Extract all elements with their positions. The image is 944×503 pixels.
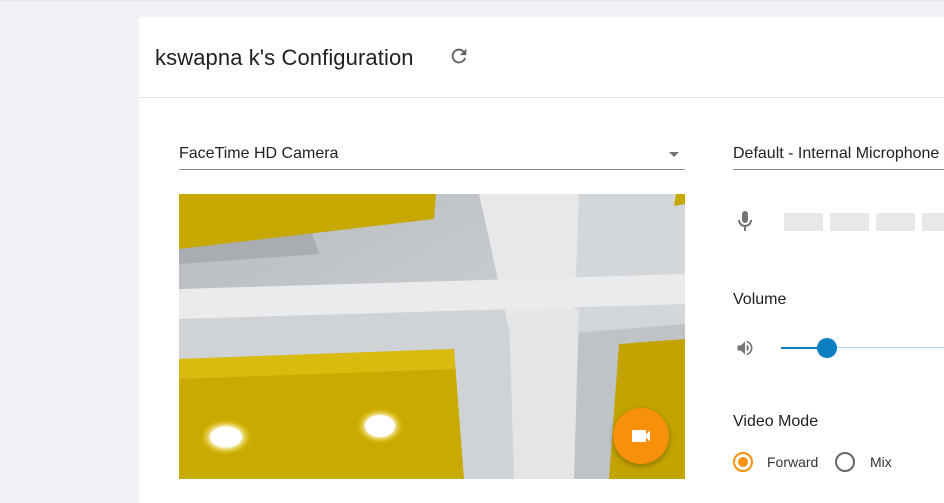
radio-forward[interactable]: [733, 452, 753, 472]
camera-preview: [179, 194, 685, 479]
volume-slider-thumb[interactable]: [817, 338, 837, 358]
mic-level-segment: [830, 213, 869, 231]
videocam-icon: [632, 430, 650, 442]
volume-slider-track[interactable]: [826, 347, 944, 348]
video-mode-label: Video Mode: [733, 413, 819, 430]
radio-mix-label[interactable]: Mix: [870, 454, 892, 470]
radio-mix[interactable]: [835, 452, 855, 472]
camera-preview-image: [179, 194, 685, 479]
card-content: FaceTime HD Camera Default - Internal Mi…: [139, 17, 944, 503]
microphone-select[interactable]: Default - Internal Microphone: [733, 139, 944, 170]
speaker-icon: [735, 338, 755, 363]
camera-select-value: FaceTime HD Camera: [179, 145, 339, 162]
top-divider: [0, 0, 944, 1]
microphone-select-value: Default - Internal Microphone: [733, 145, 940, 162]
microphone-icon: [736, 210, 754, 239]
chevron-down-icon: [669, 152, 679, 157]
mic-level-segment: [784, 213, 823, 231]
radio-forward-label[interactable]: Forward: [767, 454, 818, 470]
camera-select[interactable]: FaceTime HD Camera: [179, 139, 685, 170]
mic-level-segment: [876, 213, 915, 231]
volume-label: Volume: [733, 291, 787, 308]
mic-level-segment: [922, 213, 944, 231]
record-video-button[interactable]: [613, 408, 669, 464]
